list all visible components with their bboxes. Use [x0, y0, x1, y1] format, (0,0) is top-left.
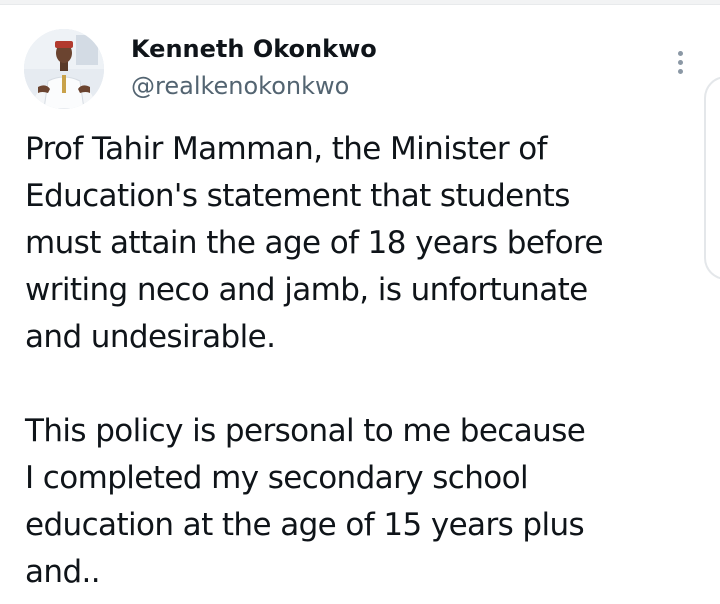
- author-display-name[interactable]: Kenneth Okonkwo: [131, 33, 377, 65]
- tweet-line: writing neco and jamb, is unfortunate: [25, 272, 588, 308]
- tweet-line: and undesirable.: [25, 319, 276, 355]
- tweet-line: and..: [25, 554, 101, 590]
- tweet-line: This policy is personal to me because: [25, 413, 586, 449]
- tweet-line: Prof Tahir Mamman, the Minister of: [25, 131, 548, 167]
- tweet-line: I completed my secondary school: [25, 460, 529, 496]
- avatar-photo-icon: [24, 29, 104, 109]
- author-handle[interactable]: @realkenokonkwo: [131, 70, 349, 102]
- tweet-line: must attain the age of 18 years before: [25, 225, 604, 261]
- more-options-button[interactable]: [664, 44, 696, 80]
- top-divider: [0, 0, 720, 5]
- tweet-line: education at the age of 15 years plus: [25, 507, 585, 543]
- side-panel-edge: [704, 76, 720, 280]
- tweet-text: Prof Tahir Mamman, the Minister of Educa…: [25, 126, 695, 596]
- more-vertical-icon-dot: [677, 59, 683, 65]
- more-vertical-icon-dot: [677, 68, 683, 74]
- more-vertical-icon: [677, 50, 683, 56]
- tweet-line: Education's statement that students: [25, 178, 570, 214]
- avatar[interactable]: [24, 29, 104, 109]
